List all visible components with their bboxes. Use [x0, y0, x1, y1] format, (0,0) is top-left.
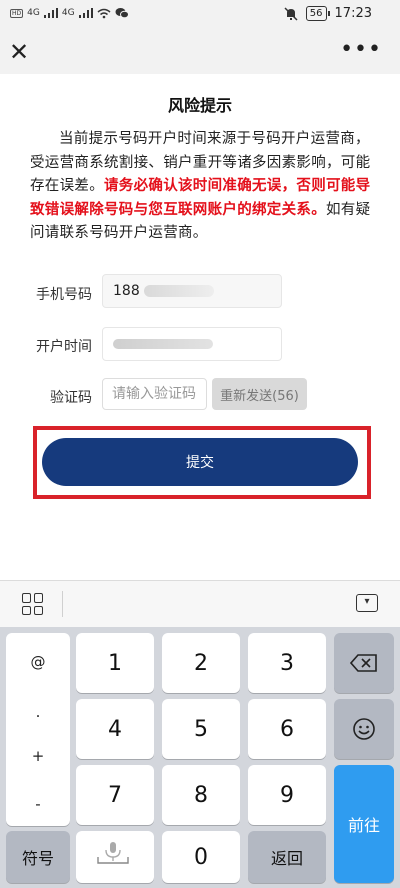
toolbar-divider [62, 591, 63, 617]
open-time-label: 开户时间 [36, 339, 92, 355]
keyboard-toolbar: ▾ [0, 580, 400, 627]
network-label-2: 4G [61, 8, 75, 18]
key-6[interactable]: 6 [248, 699, 326, 759]
key-5[interactable]: 5 [162, 699, 240, 759]
return-key[interactable]: 返回 [248, 831, 326, 883]
key-at[interactable]: @ [6, 653, 70, 671]
status-left-icons: HD 4G 4G [10, 7, 129, 19]
clock: 17:23 [334, 6, 372, 21]
key-0[interactable]: 0 [162, 831, 240, 883]
hide-keyboard-icon[interactable]: ▾ [356, 594, 378, 612]
status-bar: HD 4G 4G 56 17:23 [0, 0, 400, 30]
submit-button[interactable]: 提交 [42, 438, 358, 486]
enter-key[interactable]: 前往 [334, 765, 394, 883]
signal-icon-2 [78, 8, 93, 18]
network-label: 4G [27, 8, 40, 18]
key-1[interactable]: 1 [76, 633, 154, 693]
mic-icon [97, 842, 129, 864]
notice-paragraph: 当前提示号码开户时间来源于号码开户运营商，受运营商系统割接、销户重开等诸多因素影… [30, 128, 378, 246]
masked-phone-digits [143, 285, 214, 297]
key-7[interactable]: 7 [76, 765, 154, 825]
emoji-icon [353, 718, 375, 740]
key-9[interactable]: 9 [248, 765, 326, 825]
wechat-icon [115, 8, 129, 19]
resend-code-button[interactable]: 重新发送(56) [212, 378, 307, 410]
key-4[interactable]: 4 [76, 699, 154, 759]
backspace-key[interactable] [334, 633, 394, 693]
key-3[interactable]: 3 [248, 633, 326, 693]
key-dot[interactable]: . [6, 703, 70, 721]
mute-bell-icon [284, 6, 298, 21]
numeric-keyboard: @ . + - 1 2 3 4 5 6 7 8 9 前往 符号 0 返回 [0, 627, 400, 888]
phone-label: 手机号码 [36, 287, 92, 303]
close-icon[interactable]: ✕ [9, 38, 29, 66]
wifi-icon [97, 8, 111, 18]
status-right-icons: 56 17:23 [284, 6, 372, 21]
phone-value: 188 [113, 283, 140, 299]
code-label: 验证码 [50, 390, 92, 406]
open-time-field [102, 327, 282, 361]
nav-bar: ✕ ••• [0, 30, 400, 74]
emoji-key[interactable] [334, 699, 394, 759]
verification-code-input[interactable] [102, 378, 207, 410]
key-plus[interactable]: + [6, 747, 70, 765]
signal-icon [43, 8, 58, 18]
backspace-icon [350, 654, 377, 672]
risk-notice-page: 风险提示 当前提示号码开户时间来源于号码开户运营商，受运营商系统割接、销户重开等… [0, 74, 400, 580]
key-minus[interactable]: - [6, 795, 70, 813]
masked-open-time [113, 339, 213, 349]
key-2[interactable]: 2 [162, 633, 240, 693]
symbol-key[interactable]: 符号 [6, 831, 70, 883]
grid-menu-icon[interactable] [22, 593, 44, 615]
space-key[interactable] [76, 831, 154, 883]
symbol-column[interactable]: @ . + - [6, 633, 70, 826]
page-title: 风险提示 [167, 96, 232, 115]
battery-indicator: 56 [305, 6, 330, 21]
hd-badge: HD [10, 8, 24, 18]
phone-field: 188 [102, 274, 282, 308]
key-8[interactable]: 8 [162, 765, 240, 825]
more-icon[interactable]: ••• [340, 36, 382, 64]
